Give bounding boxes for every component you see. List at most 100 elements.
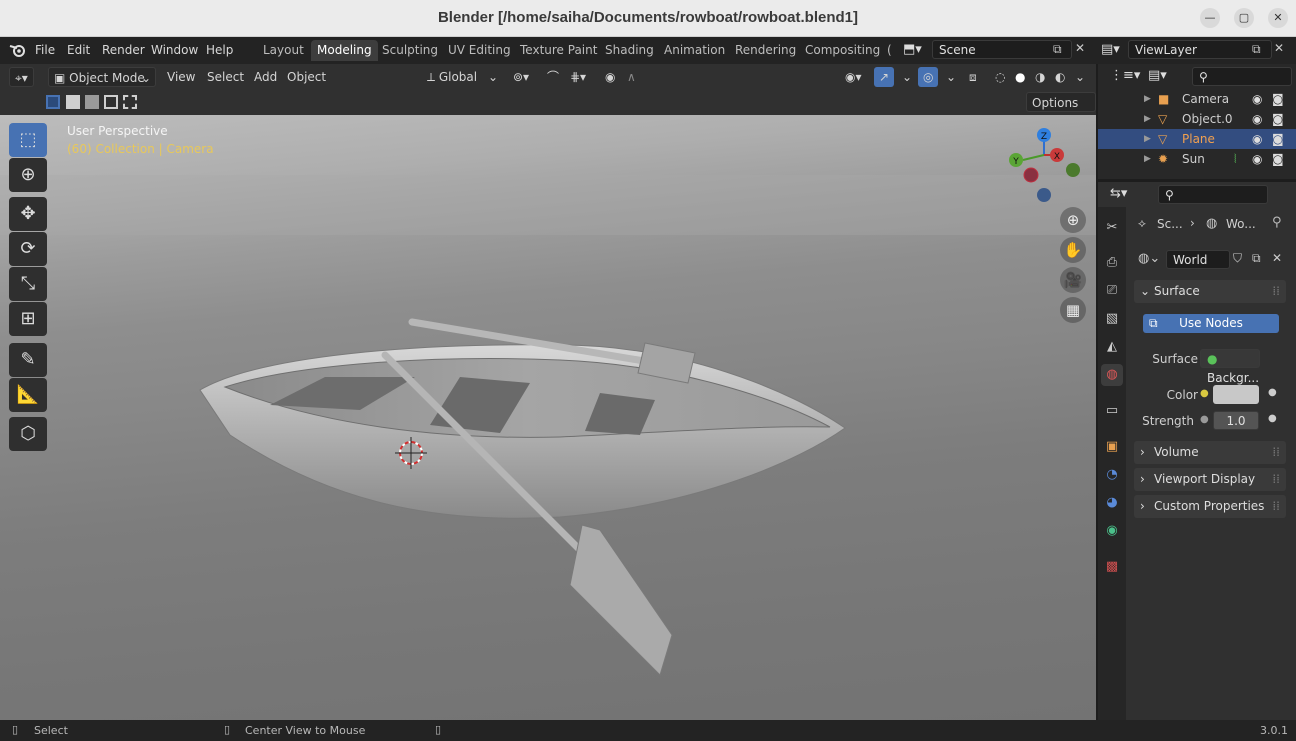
options-dropdown[interactable]: Options ⌄ <box>1026 92 1096 130</box>
breadcrumb-world[interactable]: Wo... <box>1226 217 1256 231</box>
grid-view-icon[interactable]: ▦ <box>1060 297 1086 323</box>
view-layer-selector[interactable]: ViewLayer <box>1128 40 1272 59</box>
drag-handle-icon[interactable]: ⁞⁞ <box>1272 280 1280 303</box>
use-nodes-button[interactable]: ⧉ Use Nodes <box>1143 314 1279 333</box>
wireframe-shading-icon[interactable]: ◌ <box>990 67 1010 87</box>
select-extend-icon[interactable] <box>66 95 80 109</box>
expand-arrow-icon[interactable]: ▶ <box>1144 129 1151 149</box>
viewport-display-panel-header[interactable]: › Viewport Display ⁞⁞ <box>1134 468 1286 491</box>
outliner-item-sun[interactable]: ▶ ✹ Sun ⦚ ◉ ◙ <box>1098 149 1296 169</box>
tab-overflow[interactable]: ( <box>881 40 898 61</box>
snap-target-icon[interactable]: ⋕▾ <box>565 67 591 87</box>
material-shading-icon[interactable]: ◑ <box>1030 67 1050 87</box>
output-tab-icon[interactable]: ⎚ <box>1101 280 1123 302</box>
custom-properties-panel-header[interactable]: › Custom Properties ⁞⁞ <box>1134 495 1286 518</box>
drag-handle-icon[interactable]: ⁞⁞ <box>1272 441 1280 464</box>
new-scene-icon[interactable]: ⧉ <box>1053 42 1062 57</box>
menu-file[interactable]: File <box>35 43 55 57</box>
render-tab-icon[interactable]: ⎙ <box>1101 252 1123 274</box>
color-socket-icon[interactable]: ● <box>1200 388 1209 399</box>
maximize-button[interactable]: ▢ <box>1234 8 1254 28</box>
tab-modeling[interactable]: Modeling <box>311 40 378 61</box>
3d-viewport[interactable]: Z X Y User Perspective (60) Collection |… <box>0 115 1096 720</box>
unlink-icon[interactable]: ✕ <box>1272 251 1282 265</box>
falloff-icon[interactable]: ∧ <box>622 67 641 87</box>
menu-render[interactable]: Render <box>102 43 145 57</box>
tool-tab-icon[interactable]: ✂ <box>1101 217 1123 239</box>
menu-edit[interactable]: Edit <box>67 43 90 57</box>
render-camera-icon[interactable]: ◙ <box>1272 89 1284 109</box>
tab-texture-paint[interactable]: Texture Paint <box>514 40 603 61</box>
tab-uv-editing[interactable]: UV Editing <box>442 40 517 61</box>
menu-help[interactable]: Help <box>206 43 233 57</box>
world-name-field[interactable]: World <box>1166 250 1230 269</box>
strength-input[interactable]: 1.0 <box>1213 411 1259 430</box>
select-intersect-icon[interactable] <box>123 95 137 109</box>
pin-icon[interactable]: ⚲ <box>1272 215 1282 230</box>
annotate-tool[interactable]: ✎ <box>9 343 47 377</box>
object-menu[interactable]: Object <box>282 67 331 87</box>
tab-rendering[interactable]: Rendering <box>729 40 802 61</box>
overlay-toggle-icon[interactable]: ◎ <box>918 67 939 87</box>
select-invert-icon[interactable] <box>104 95 118 109</box>
collection-tab-icon[interactable]: ▭ <box>1101 400 1123 422</box>
surface-shader-field[interactable]: ● Backgr... <box>1200 349 1260 385</box>
eye-icon[interactable]: ◉ <box>1252 109 1262 129</box>
outliner-editor-icon[interactable]: ⋮≡▾ <box>1110 68 1140 83</box>
outliner-item-object[interactable]: ▶ ▽ Object.0 ◉ ◙ <box>1098 109 1296 129</box>
tab-layout[interactable]: Layout <box>257 40 310 61</box>
new-view-layer-icon[interactable]: ⧉ <box>1252 42 1261 57</box>
view-layer-icon[interactable]: ▤▾ <box>1101 42 1120 57</box>
delete-view-layer-icon[interactable]: ✕ <box>1274 41 1284 55</box>
drag-handle-icon[interactable]: ⁞⁞ <box>1272 468 1280 491</box>
render-camera-icon[interactable]: ◙ <box>1272 149 1284 169</box>
fake-user-icon[interactable]: ⛉ <box>1233 251 1242 266</box>
eye-icon[interactable]: ◉ <box>1252 129 1262 149</box>
mode-dropdown[interactable]: ▣ Object Mode ⌄ <box>48 67 156 87</box>
view-menu[interactable]: View <box>162 67 200 87</box>
physics-tab-icon[interactable]: ◕ <box>1101 492 1123 514</box>
texture-tab-icon[interactable]: ▩ <box>1101 556 1123 578</box>
add-cube-tool[interactable]: ⬡ <box>9 417 47 451</box>
keyframe-dot-icon[interactable]: ● <box>1268 387 1277 398</box>
world-tab-icon[interactable]: ◍ <box>1101 364 1123 386</box>
expand-arrow-icon[interactable]: ▶ <box>1144 109 1151 129</box>
eye-icon[interactable]: ◉ <box>1252 89 1262 109</box>
properties-search-input[interactable]: ⚲ <box>1158 185 1268 204</box>
outliner-item-plane[interactable]: ▶ ▽ Plane ◉ ◙ <box>1098 129 1296 149</box>
view-layer-tab-icon[interactable]: ▧ <box>1101 308 1123 330</box>
object-tab-icon[interactable]: ▣ <box>1101 436 1123 458</box>
strength-socket-icon[interactable]: ● <box>1200 414 1209 425</box>
keyframe-dot-icon[interactable]: ● <box>1268 413 1277 424</box>
proportional-edit-icon[interactable]: ◉ <box>600 67 620 87</box>
scene-icon[interactable]: ⬒▾ <box>903 42 922 57</box>
display-mode-icon[interactable]: ▤▾ <box>1148 68 1167 83</box>
menu-window[interactable]: Window <box>151 43 198 57</box>
render-camera-icon[interactable]: ◙ <box>1272 129 1284 149</box>
outliner-search-input[interactable]: ⚲ <box>1192 67 1292 86</box>
editor-type-icon[interactable]: ⌖▾ <box>9 67 34 87</box>
overlay-dropdown-icon[interactable]: ⌄ <box>941 67 961 87</box>
shading-dropdown-icon[interactable]: ⌄ <box>1070 67 1090 87</box>
tab-shading[interactable]: Shading <box>599 40 660 61</box>
minimize-button[interactable]: — <box>1200 8 1220 28</box>
select-box-tool[interactable]: ⬚ <box>9 123 47 157</box>
rendered-shading-icon[interactable]: ◐ <box>1050 67 1070 87</box>
solid-shading-icon[interactable]: ● <box>1010 67 1030 87</box>
breadcrumb-scene[interactable]: Sc... <box>1157 217 1183 231</box>
drag-handle-icon[interactable]: ⁞⁞ <box>1272 495 1280 518</box>
cursor-tool[interactable]: ⊕ <box>9 158 47 192</box>
surface-panel-header[interactable]: ⌄ Surface ⁞⁞ <box>1134 280 1286 303</box>
properties-editor-icon[interactable]: ⇆▾ <box>1110 186 1127 201</box>
camera-view-icon[interactable]: 🎥 <box>1060 267 1086 293</box>
tab-animation[interactable]: Animation <box>658 40 731 61</box>
tab-compositing[interactable]: Compositing <box>799 40 886 61</box>
delete-scene-icon[interactable]: ✕ <box>1075 41 1085 55</box>
volume-panel-header[interactable]: › Volume ⁞⁞ <box>1134 441 1286 464</box>
visibility-icon[interactable]: ◉▾ <box>840 67 867 87</box>
eye-icon[interactable]: ◉ <box>1252 149 1262 169</box>
zoom-icon[interactable]: ⊕ <box>1060 207 1086 233</box>
gizmo-toggle-icon[interactable]: ↗ <box>874 67 895 87</box>
scene-selector[interactable]: Scene <box>932 40 1072 59</box>
modifier-tab-icon[interactable]: ◔ <box>1101 464 1123 486</box>
